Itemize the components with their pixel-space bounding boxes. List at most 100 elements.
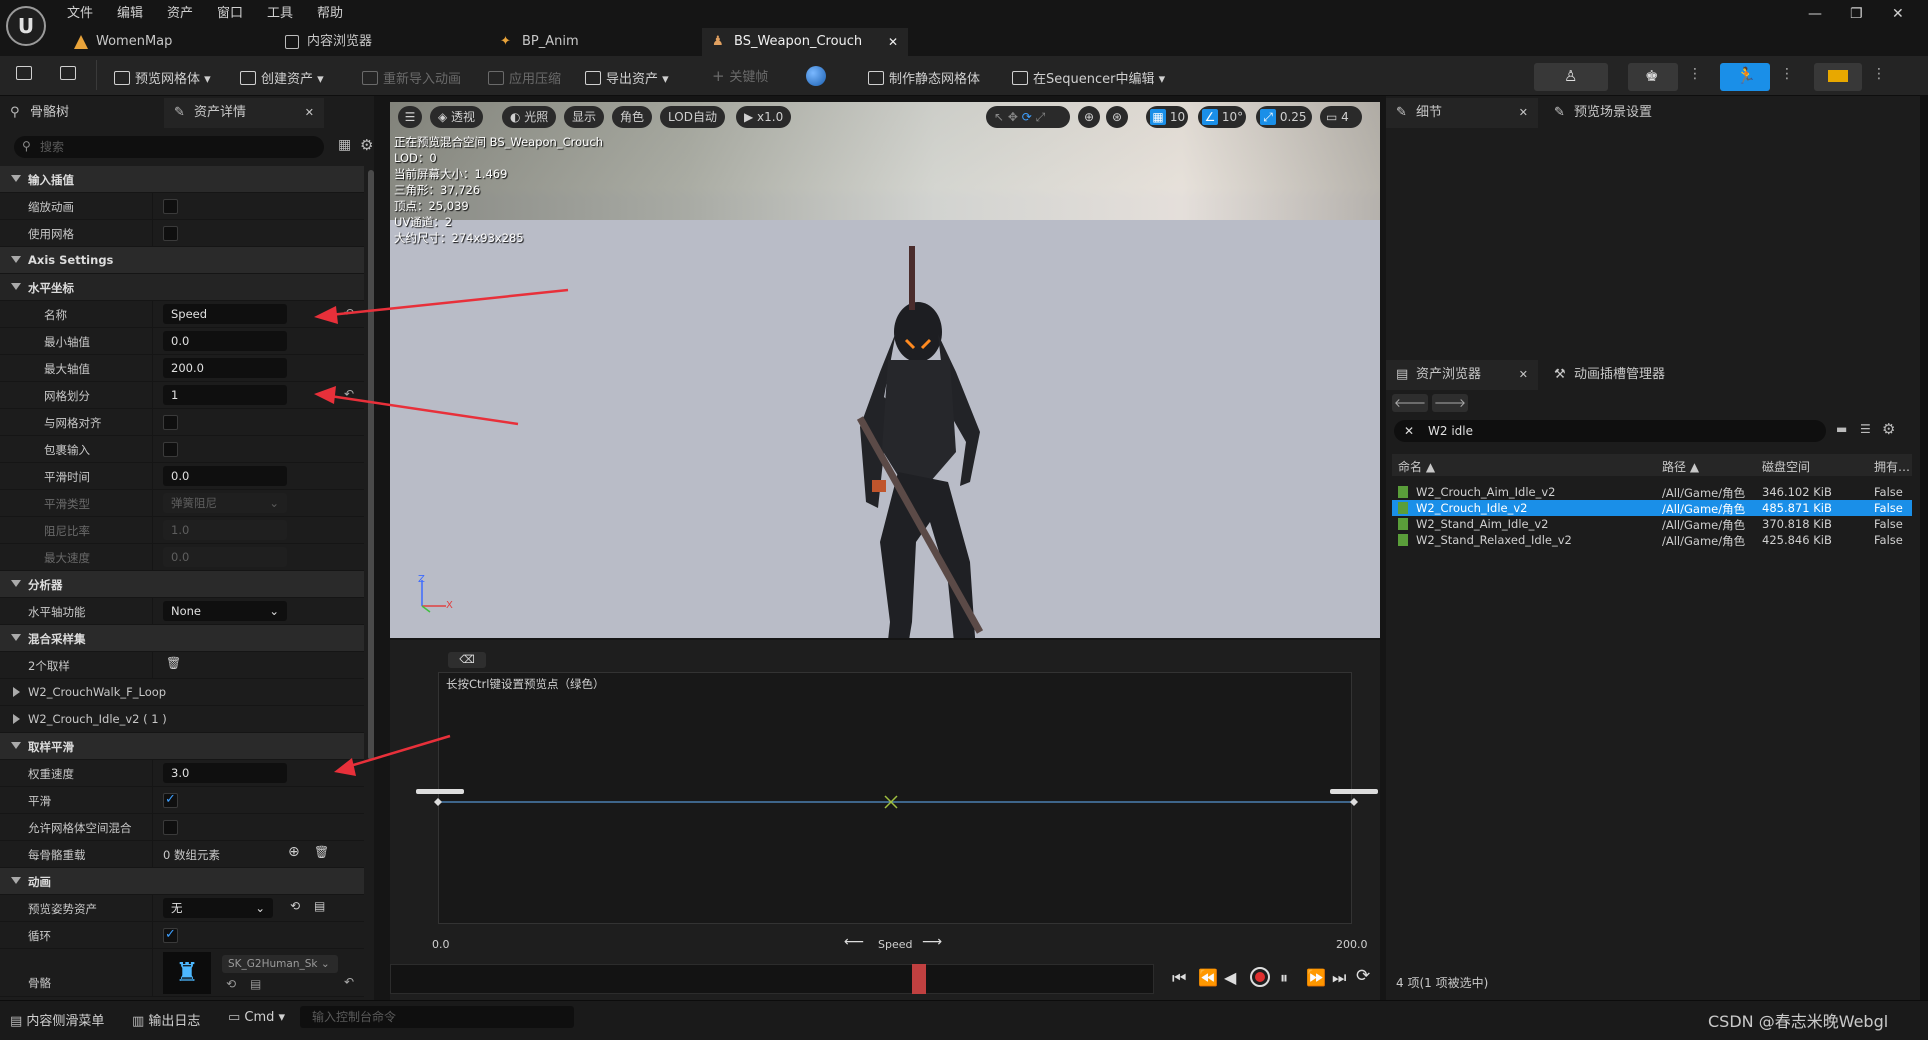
- close-icon[interactable]: ✕: [1519, 98, 1528, 128]
- grid-divisions-field[interactable]: 1: [163, 385, 287, 405]
- rotation-snap-button[interactable]: ∠ 10°: [1198, 106, 1246, 128]
- mesh-mode-button[interactable]: ♚: [1628, 63, 1678, 91]
- details-search-input[interactable]: ⚲ 搜索: [14, 136, 324, 158]
- menu-window[interactable]: 窗口: [217, 2, 243, 21]
- scale-snap-button[interactable]: ⤢ 0.25: [1256, 106, 1312, 128]
- add-element-icon[interactable]: ⊕: [288, 844, 300, 860]
- use-mesh-checkbox[interactable]: [163, 226, 178, 241]
- trash-icon[interactable]: 🗑: [166, 656, 181, 670]
- apply-compress-button[interactable]: 应用压缩: [488, 68, 561, 87]
- skeleton-thumbnail[interactable]: ♜: [163, 952, 211, 994]
- skeleton-mode-button[interactable]: ♙: [1534, 63, 1608, 91]
- table-row-selected[interactable]: W2_Crouch_Idle_v2 /All/Game/角色 485.871 K…: [1392, 500, 1912, 516]
- h-axis-function-select[interactable]: None ⌄: [163, 601, 287, 621]
- weight-speed-field[interactable]: 3.0: [163, 763, 287, 783]
- unreal-logo-icon[interactable]: U: [6, 6, 46, 46]
- tab-anim-slot-manager[interactable]: ⚒ 动画插槽管理器: [1544, 360, 1724, 390]
- more-options-icon[interactable]: ⋮: [1872, 66, 1886, 82]
- category-axis-settings[interactable]: Axis Settings: [0, 247, 364, 274]
- column-name[interactable]: 命名 ▲: [1398, 458, 1435, 475]
- make-static-mesh-button[interactable]: 制作静态网格体: [868, 68, 980, 87]
- world-space-icon[interactable]: ⊕: [1078, 106, 1100, 128]
- category-input-interp[interactable]: 输入插值: [0, 166, 364, 193]
- more-options-icon[interactable]: ⋮: [1780, 66, 1794, 82]
- add-keyframe-button[interactable]: + 关键帧: [712, 66, 768, 85]
- allow-mesh-space-checkbox[interactable]: [163, 820, 178, 835]
- table-row[interactable]: W2_Stand_Relaxed_Idle_v2 /All/Game/角色 42…: [1392, 532, 1912, 548]
- wrap-input-checkbox[interactable]: [163, 442, 178, 457]
- close-window-icon[interactable]: ✕: [1892, 6, 1904, 22]
- loop-icon[interactable]: ⟳: [1356, 966, 1370, 986]
- smoothing-time-field[interactable]: 0.0: [163, 466, 287, 486]
- surface-snap-icon[interactable]: ⊛: [1106, 106, 1128, 128]
- tab-skeleton-tree[interactable]: ⚲ 骨骼树: [0, 98, 164, 128]
- output-log-button[interactable]: ▥ 输出日志: [132, 1010, 200, 1029]
- settings-gear-icon[interactable]: ⚙: [360, 136, 373, 154]
- edit-in-sequencer-button[interactable]: 在Sequencer中编辑 ▾: [1012, 68, 1165, 87]
- blueprint-mode-button[interactable]: [1814, 63, 1862, 91]
- tab-bp-anim[interactable]: ✦ BP_Anim: [490, 28, 690, 56]
- scale-anim-checkbox[interactable]: [163, 199, 178, 214]
- play-reverse-icon[interactable]: ◀: [1224, 968, 1236, 987]
- create-asset-button[interactable]: 创建资产 ▾: [240, 68, 324, 87]
- menu-edit[interactable]: 编辑: [117, 2, 143, 21]
- max-speed-field[interactable]: 0.0: [163, 547, 287, 567]
- close-icon[interactable]: ✕: [1519, 360, 1528, 390]
- table-row[interactable]: W2_Stand_Aim_Idle_v2 /All/Game/角色 370.81…: [1392, 516, 1912, 532]
- damping-ratio-field[interactable]: 1.0: [163, 520, 287, 540]
- step-forward-icon[interactable]: ⏩: [1306, 968, 1326, 987]
- menu-tools[interactable]: 工具: [267, 2, 293, 21]
- folder-icon[interactable]: ▬: [1836, 422, 1847, 436]
- forward-button[interactable]: 🡒: [1432, 394, 1468, 412]
- column-disk-size[interactable]: 磁盘空间: [1762, 458, 1810, 475]
- skip-to-end-icon[interactable]: ⏭: [1332, 968, 1346, 988]
- reimport-button[interactable]: 重新导入动画: [362, 68, 461, 87]
- tab-womenmap[interactable]: WomenMap: [64, 28, 264, 56]
- lod-button[interactable]: LOD自动: [660, 106, 725, 128]
- restore-icon[interactable]: ❐: [1850, 6, 1863, 22]
- minimize-icon[interactable]: —: [1808, 6, 1822, 22]
- column-path[interactable]: 路径 ▲: [1662, 458, 1699, 475]
- table-row[interactable]: W2_Crouch_Aim_Idle_v2 /All/Game/角色 346.1…: [1392, 484, 1912, 500]
- perspective-button[interactable]: ◈ 透视: [430, 106, 484, 128]
- table-view-icon[interactable]: ▦: [338, 137, 351, 153]
- column-owner[interactable]: 拥有…: [1874, 458, 1910, 475]
- loop-checkbox[interactable]: [163, 927, 178, 943]
- transform-tools-group[interactable]: ↖ ✥ ⟳ ⤢: [986, 106, 1070, 128]
- console-input[interactable]: 输入控制台命令: [300, 1006, 574, 1028]
- preview-pose-select[interactable]: 无 ⌄: [163, 898, 273, 918]
- min-axis-field[interactable]: 0.0: [163, 331, 287, 351]
- clear-search-icon[interactable]: ✕: [1404, 420, 1414, 442]
- cmd-dropdown[interactable]: ▭ Cmd ▾: [228, 1010, 285, 1025]
- export-asset-button[interactable]: 导出资产 ▾: [585, 68, 669, 87]
- tab-preview-scene-settings[interactable]: ✎ 预览场景设置: [1544, 98, 1714, 128]
- trash-icon[interactable]: 🗑: [314, 845, 329, 859]
- use-selected-icon[interactable]: ⟲: [290, 899, 300, 913]
- tab-bs-weapon-crouch[interactable]: ♟ BS_Weapon_Crouch ✕: [702, 28, 908, 56]
- lighting-button[interactable]: ◐ 光照: [502, 106, 557, 128]
- asset-search-input[interactable]: ✕ W2 idle: [1394, 420, 1826, 442]
- filter-icon[interactable]: ☰: [1860, 422, 1871, 436]
- menu-help[interactable]: 帮助: [317, 2, 343, 21]
- browse-folder-icon[interactable]: ▤: [250, 977, 261, 991]
- show-button[interactable]: 显示: [564, 106, 605, 128]
- max-axis-field[interactable]: 200.0: [163, 358, 287, 378]
- character-button[interactable]: 角色: [612, 106, 653, 128]
- back-button[interactable]: 🡐: [1392, 394, 1428, 412]
- tab-asset-details[interactable]: ✎ 资产详情 ✕: [164, 98, 324, 128]
- smoothing-type-select[interactable]: 弹簧阻尼 ⌄: [163, 493, 287, 513]
- camera-speed-button[interactable]: ▭ 4: [1320, 106, 1362, 128]
- timeline-scrubber[interactable]: [390, 964, 1154, 994]
- content-drawer-button[interactable]: ▤ 内容侧滑菜单: [10, 1010, 104, 1029]
- close-icon[interactable]: ✕: [888, 28, 898, 56]
- more-options-icon[interactable]: ⋮: [1688, 66, 1702, 82]
- axis-name-field[interactable]: Speed: [163, 304, 287, 324]
- play-speed-button[interactable]: ▶ x1.0: [736, 106, 792, 128]
- skip-to-start-icon[interactable]: ⏮: [1172, 968, 1186, 988]
- tab-details[interactable]: ✎ 细节 ✕: [1386, 98, 1538, 128]
- timeline-playhead[interactable]: [912, 964, 926, 994]
- close-icon[interactable]: ✕: [305, 98, 314, 128]
- record-icon[interactable]: [1250, 967, 1270, 987]
- menu-file[interactable]: 文件: [67, 2, 93, 21]
- animation-mode-button[interactable]: 🏃: [1720, 63, 1770, 91]
